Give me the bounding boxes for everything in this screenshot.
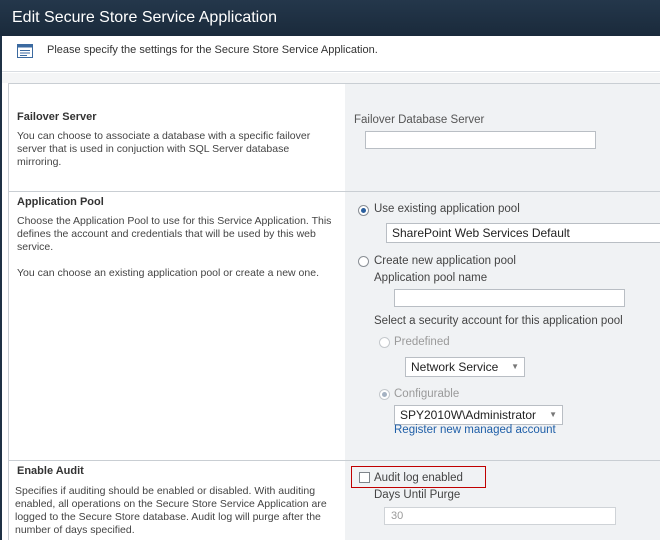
chevron-down-icon: ▼	[511, 362, 519, 371]
section-divider	[8, 460, 660, 461]
audit-section-title: Enable Audit	[17, 465, 84, 477]
audit-log-checkbox[interactable]	[359, 472, 370, 483]
failover-description: You can choose to associate a database w…	[17, 130, 311, 168]
audit-description: Specifies if auditing should be enabled …	[15, 485, 327, 536]
configurable-radio[interactable]	[379, 389, 390, 400]
failover-database-label: Failover Database Server	[354, 114, 485, 126]
configurable-label: Configurable	[394, 388, 460, 400]
spacer	[2, 73, 660, 83]
form-icon	[17, 44, 33, 58]
predefined-account-select[interactable]: Network Service ▼	[405, 357, 525, 377]
predefined-label: Predefined	[394, 336, 450, 348]
use-existing-pool-radio[interactable]	[358, 205, 369, 216]
days-until-purge-label: Days Until Purge	[374, 489, 461, 501]
app-pool-description-2: You can choose an existing application p…	[17, 267, 319, 279]
top-border	[8, 83, 660, 84]
create-new-pool-label[interactable]: Create new application pool	[374, 255, 516, 267]
left-border	[8, 83, 9, 540]
dialog-title: Edit Secure Store Service Application	[0, 0, 660, 36]
app-pool-section-title: Application Pool	[17, 196, 104, 208]
configurable-account-value: SPY2010W\Administrator	[400, 408, 537, 422]
info-text: Please specify the settings for the Secu…	[47, 44, 378, 56]
audit-log-label[interactable]: Audit log enabled	[374, 472, 463, 484]
days-until-purge-input[interactable]: 30	[384, 507, 616, 525]
frame-border	[0, 36, 2, 540]
register-managed-account-link[interactable]: Register new managed account	[394, 424, 556, 436]
chevron-down-icon: ▼	[549, 410, 557, 419]
existing-pool-value: SharePoint Web Services Default	[392, 226, 570, 240]
configurable-account-select[interactable]: SPY2010W\Administrator ▼	[394, 405, 563, 425]
predefined-account-value: Network Service	[411, 360, 499, 374]
create-new-pool-radio[interactable]	[358, 256, 369, 267]
use-existing-pool-label[interactable]: Use existing application pool	[374, 203, 520, 215]
info-bar: Please specify the settings for the Secu…	[2, 36, 660, 72]
failover-section-title: Failover Server	[17, 111, 97, 123]
predefined-radio[interactable]	[379, 337, 390, 348]
section-divider	[8, 191, 660, 192]
app-pool-description: Choose the Application Pool to use for t…	[17, 215, 332, 253]
pool-name-label: Application pool name	[374, 272, 488, 284]
pool-name-input[interactable]	[394, 289, 625, 307]
existing-pool-select[interactable]: SharePoint Web Services Default	[386, 223, 660, 243]
security-account-label: Select a security account for this appli…	[374, 315, 623, 327]
failover-database-input[interactable]	[365, 131, 596, 149]
